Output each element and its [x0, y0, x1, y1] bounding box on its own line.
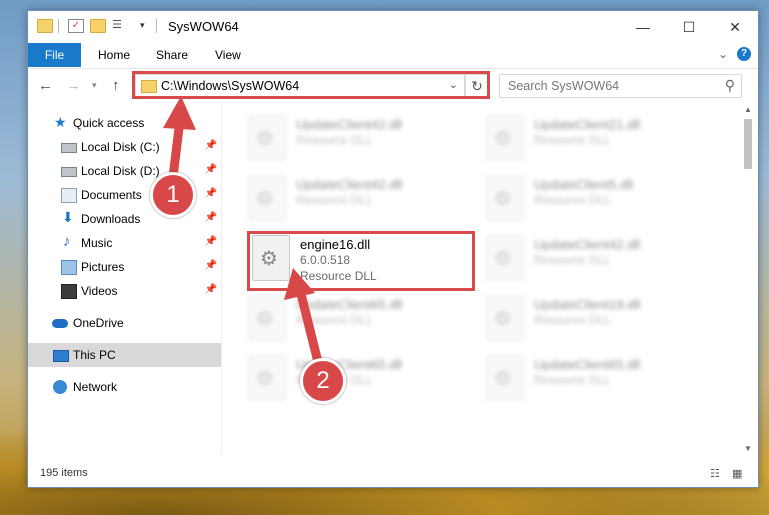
step-marker-1: 1: [150, 172, 196, 218]
annotation-arrows: [163, 96, 325, 375]
arrowhead-1: [163, 96, 196, 130]
arrowhead-2: [284, 268, 315, 300]
step-marker-2: 2: [300, 358, 346, 404]
